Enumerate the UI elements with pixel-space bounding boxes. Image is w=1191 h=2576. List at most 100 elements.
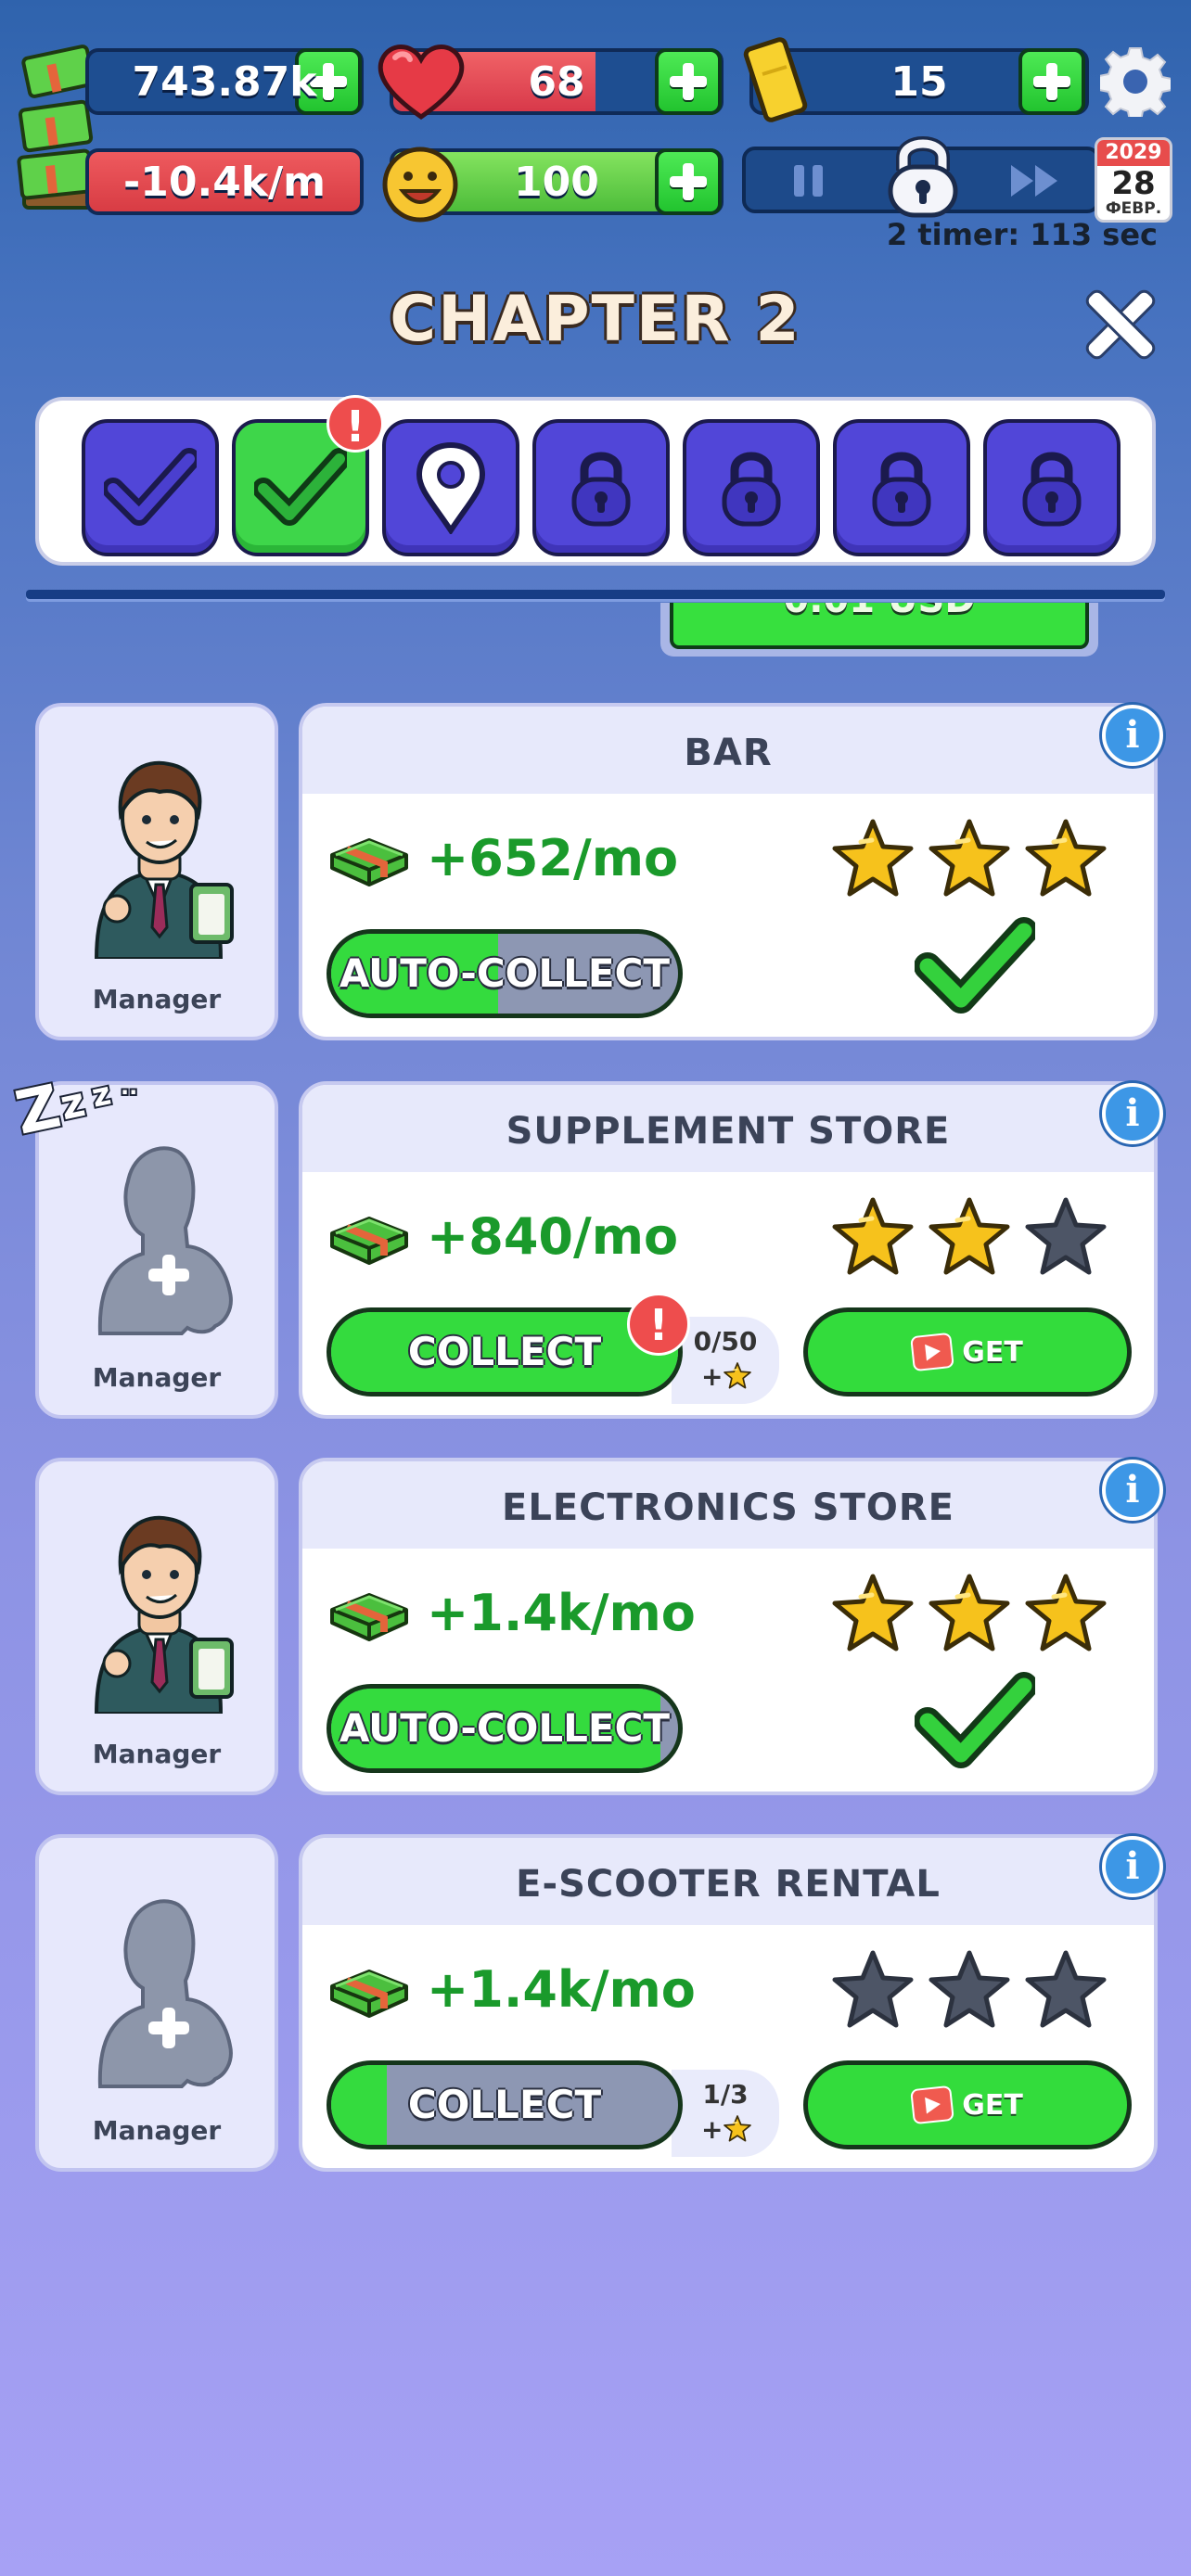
offer-button-label: 0.01 USD bbox=[673, 603, 1085, 621]
ticket-icon bbox=[743, 37, 808, 122]
collect-label: COLLECT bbox=[407, 2082, 602, 2127]
business-card: ELECTRONICS STORE +1.4k/mo AUTO-COLLECT bbox=[299, 1458, 1158, 1795]
check-icon bbox=[915, 917, 1035, 1014]
cash-icon bbox=[330, 1970, 408, 2018]
level-2-alert: ! bbox=[327, 395, 384, 453]
calendar-year: 2029 bbox=[1097, 140, 1170, 166]
lock-icon bbox=[571, 452, 631, 527]
timer-text: 2 timer: 113 sec bbox=[886, 217, 1158, 252]
star-rating bbox=[829, 816, 1108, 903]
star-icon bbox=[1025, 819, 1107, 897]
get-upgrade-button[interactable]: GET bbox=[803, 1307, 1132, 1396]
collect-button[interactable]: COLLECT bbox=[327, 2060, 683, 2149]
business-card: E-SCOOTER RENTAL +1.4k/mo 1/3 + GET COLLECT bbox=[299, 1834, 1158, 2172]
calendar-icon: 2029 28 ФЕВР. bbox=[1095, 137, 1172, 223]
star-icon bbox=[832, 819, 914, 897]
collect-label: AUTO-COLLECT bbox=[339, 950, 671, 996]
star-icon bbox=[832, 1950, 914, 2028]
lock-icon bbox=[1022, 452, 1082, 527]
get-upgrade-button[interactable]: GET bbox=[803, 2060, 1132, 2149]
star-rating bbox=[829, 1947, 1108, 2034]
manager-label: Manager bbox=[92, 1739, 222, 1769]
empty-manager-slot bbox=[97, 1146, 233, 1335]
lock-icon bbox=[722, 452, 781, 527]
manager-label: Manager bbox=[92, 1362, 222, 1393]
collect-label: AUTO-COLLECT bbox=[339, 1705, 671, 1751]
star-icon bbox=[928, 1950, 1010, 2028]
check-icon bbox=[254, 448, 347, 526]
level-3[interactable] bbox=[382, 419, 519, 556]
add-happiness-button[interactable] bbox=[655, 148, 722, 215]
requirement-bonus: + bbox=[701, 1361, 724, 1392]
info-icon[interactable]: i bbox=[1102, 1460, 1163, 1521]
star-icon bbox=[1025, 1950, 1107, 2028]
business-name: BAR bbox=[302, 707, 1154, 794]
fast-forward-icon[interactable] bbox=[1007, 163, 1063, 198]
collect-alert: ! bbox=[627, 1293, 690, 1356]
info-icon[interactable]: i bbox=[1102, 1083, 1163, 1144]
star-rating bbox=[829, 1194, 1108, 1282]
level-4[interactable] bbox=[532, 419, 670, 556]
ad-video-icon bbox=[910, 2085, 955, 2125]
star-icon bbox=[928, 1197, 1010, 1275]
manager-card[interactable]: Manager bbox=[35, 1834, 278, 2172]
income-rate: +840/mo bbox=[427, 1207, 679, 1266]
star-icon bbox=[724, 2115, 752, 2142]
income-rate: +652/mo bbox=[427, 829, 679, 887]
auto-collect-button[interactable]: AUTO-COLLECT bbox=[327, 1684, 683, 1773]
requirement-bonus: + bbox=[701, 2114, 724, 2145]
business-name: ELECTRONICS STORE bbox=[302, 1461, 1154, 1549]
calendar-day: 28 bbox=[1111, 165, 1156, 202]
star-icon bbox=[832, 1574, 914, 1651]
check-icon bbox=[104, 448, 197, 526]
info-icon[interactable]: i bbox=[1102, 1836, 1163, 1897]
manager-label: Manager bbox=[92, 984, 222, 1014]
cash-icon bbox=[330, 1593, 408, 1641]
cash-rate: -10.4k/m bbox=[85, 148, 364, 215]
smiley-icon bbox=[382, 147, 458, 223]
star-rating bbox=[829, 1571, 1108, 1658]
auto-collect-button[interactable]: AUTO-COLLECT bbox=[327, 929, 683, 1018]
ad-video-icon bbox=[910, 1332, 955, 1372]
income-rate: +1.4k/mo bbox=[427, 1960, 696, 2019]
manager-card[interactable]: Manager bbox=[35, 703, 278, 1040]
level-5[interactable] bbox=[683, 419, 820, 556]
get-label: GET bbox=[962, 2088, 1023, 2122]
income-rate: +1.4k/mo bbox=[427, 1584, 696, 1642]
lock-icon bbox=[872, 452, 931, 527]
calendar-month: ФЕВР. bbox=[1105, 199, 1162, 218]
business-name: E-SCOOTER RENTAL bbox=[302, 1838, 1154, 1925]
close-icon[interactable] bbox=[1083, 287, 1158, 362]
check-icon bbox=[915, 1672, 1035, 1768]
requirement-box: 1/3 + bbox=[672, 2070, 779, 2157]
zzz-sleep-icon: Zz z.. bbox=[8, 1065, 161, 1151]
cash-icon bbox=[330, 1217, 408, 1265]
star-icon bbox=[832, 1197, 914, 1275]
lock-icon bbox=[888, 136, 958, 218]
gear-icon[interactable] bbox=[1100, 46, 1171, 117]
empty-manager-slot bbox=[97, 1899, 233, 2088]
scroll-divider bbox=[26, 590, 1165, 599]
heart-icon bbox=[378, 45, 465, 121]
chapter-title: CHAPTER 2 bbox=[390, 283, 801, 356]
svg-text:z: z bbox=[88, 1075, 114, 1115]
star-icon bbox=[1025, 1197, 1107, 1275]
business-card: SUPPLEMENT STORE +840/mo 0/50 + GET COLLECT bbox=[299, 1081, 1158, 1419]
pause-icon[interactable] bbox=[794, 165, 827, 197]
business-card: BAR +652/mo AUTO-COLLECT bbox=[299, 703, 1158, 1040]
level-6[interactable] bbox=[833, 419, 970, 556]
star-icon bbox=[724, 1362, 752, 1389]
info-icon[interactable]: i bbox=[1102, 705, 1163, 766]
manager-avatar bbox=[94, 760, 234, 959]
add-tickets-button[interactable] bbox=[1018, 48, 1085, 115]
level-7[interactable] bbox=[983, 419, 1121, 556]
manager-card[interactable]: Manager bbox=[35, 1458, 278, 1795]
business-name: SUPPLEMENT STORE bbox=[302, 1085, 1154, 1172]
level-1[interactable] bbox=[82, 419, 219, 556]
offer-button-partial[interactable]: 0.01 USD bbox=[660, 603, 1098, 657]
add-health-button[interactable] bbox=[655, 48, 722, 115]
star-icon bbox=[928, 819, 1010, 897]
get-label: GET bbox=[962, 1335, 1023, 1369]
star-icon bbox=[928, 1574, 1010, 1651]
speed-control bbox=[742, 136, 1100, 218]
